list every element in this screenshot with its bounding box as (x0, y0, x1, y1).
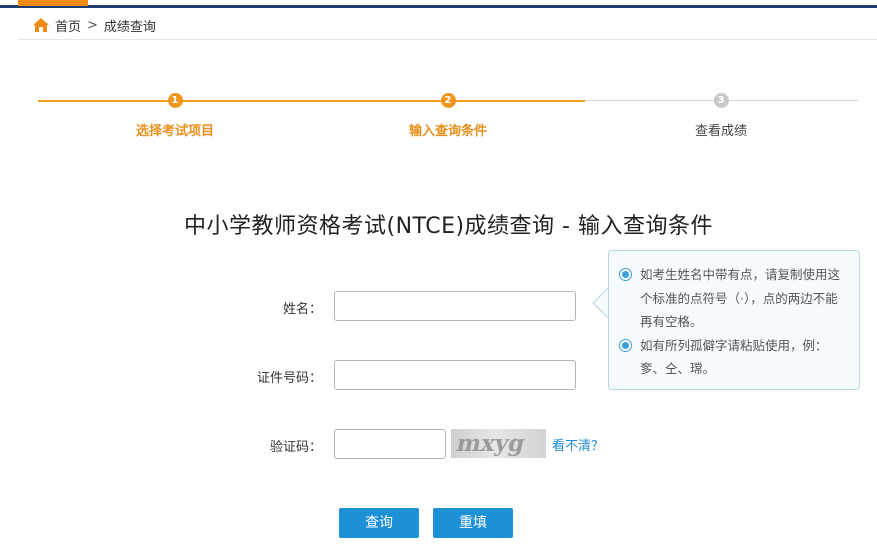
breadcrumb-divider (18, 39, 877, 40)
breadcrumb: 首页 > 成绩查询 (33, 16, 156, 35)
captcha-image-text: mxyg (454, 430, 528, 457)
step-progress: 1 选择考试项目 2 输入查询条件 3 查看成绩 (38, 92, 858, 142)
step-3-number: 3 (713, 93, 729, 108)
name-label: 姓名： (282, 302, 322, 317)
page-title: 中小学教师资格考试(NTCE)成绩查询 - 输入查询条件 (184, 214, 713, 239)
step-2: 2 输入查询条件 (358, 92, 538, 139)
tip-item: 如考生姓名中带有点，请复制使用这个标准的点符号（·），点的两边不能再有空格。 (619, 263, 849, 334)
top-bar-accent (18, 0, 88, 6)
input-tips-panel: 如考生姓名中带有点，请复制使用这个标准的点符号（·），点的两边不能再有空格。 如… (608, 250, 860, 390)
name-input[interactable] (334, 291, 576, 321)
tip-text-rare-chars: 如有所列孤僻字请粘贴使用，例：奓、仝、瑺。 (640, 337, 828, 377)
captcha-label: 验证码： (269, 440, 322, 455)
breadcrumb-current: 成绩查询 (103, 19, 156, 35)
bullet-icon (619, 338, 632, 352)
bullet-icon (619, 268, 632, 281)
tip-text-dot-symbol: 如考生姓名中带有点，请复制使用这个标准的点符号（·），点的两边不能再有空格。 (640, 267, 841, 329)
top-bar (0, 0, 877, 8)
home-icon[interactable] (33, 18, 49, 32)
submit-query-button[interactable]: 查询 (339, 508, 419, 538)
captcha-input[interactable] (334, 429, 446, 459)
breadcrumb-separator: > (87, 17, 98, 33)
step-1-number: 1 (167, 93, 183, 108)
id-number-input[interactable] (334, 360, 576, 390)
reset-button[interactable]: 重填 (433, 508, 513, 538)
id-number-label: 证件号码： (256, 371, 322, 386)
step-2-number: 2 (440, 93, 456, 108)
step-3: 3 查看成绩 (631, 92, 811, 139)
captcha-image[interactable]: mxyg (451, 429, 546, 458)
breadcrumb-home[interactable]: 首页 (55, 16, 81, 35)
tip-item: 如有所列孤僻字请粘贴使用，例：奓、仝、瑺。 (619, 334, 849, 381)
top-bar-line (0, 5, 877, 8)
step-3-label: 查看成绩 (694, 124, 747, 139)
step-1: 1 选择考试项目 (85, 92, 265, 139)
captcha-refresh-link[interactable]: 看不清？ (552, 435, 604, 454)
step-2-label: 输入查询条件 (408, 124, 487, 139)
step-1-label: 选择考试项目 (135, 124, 214, 139)
